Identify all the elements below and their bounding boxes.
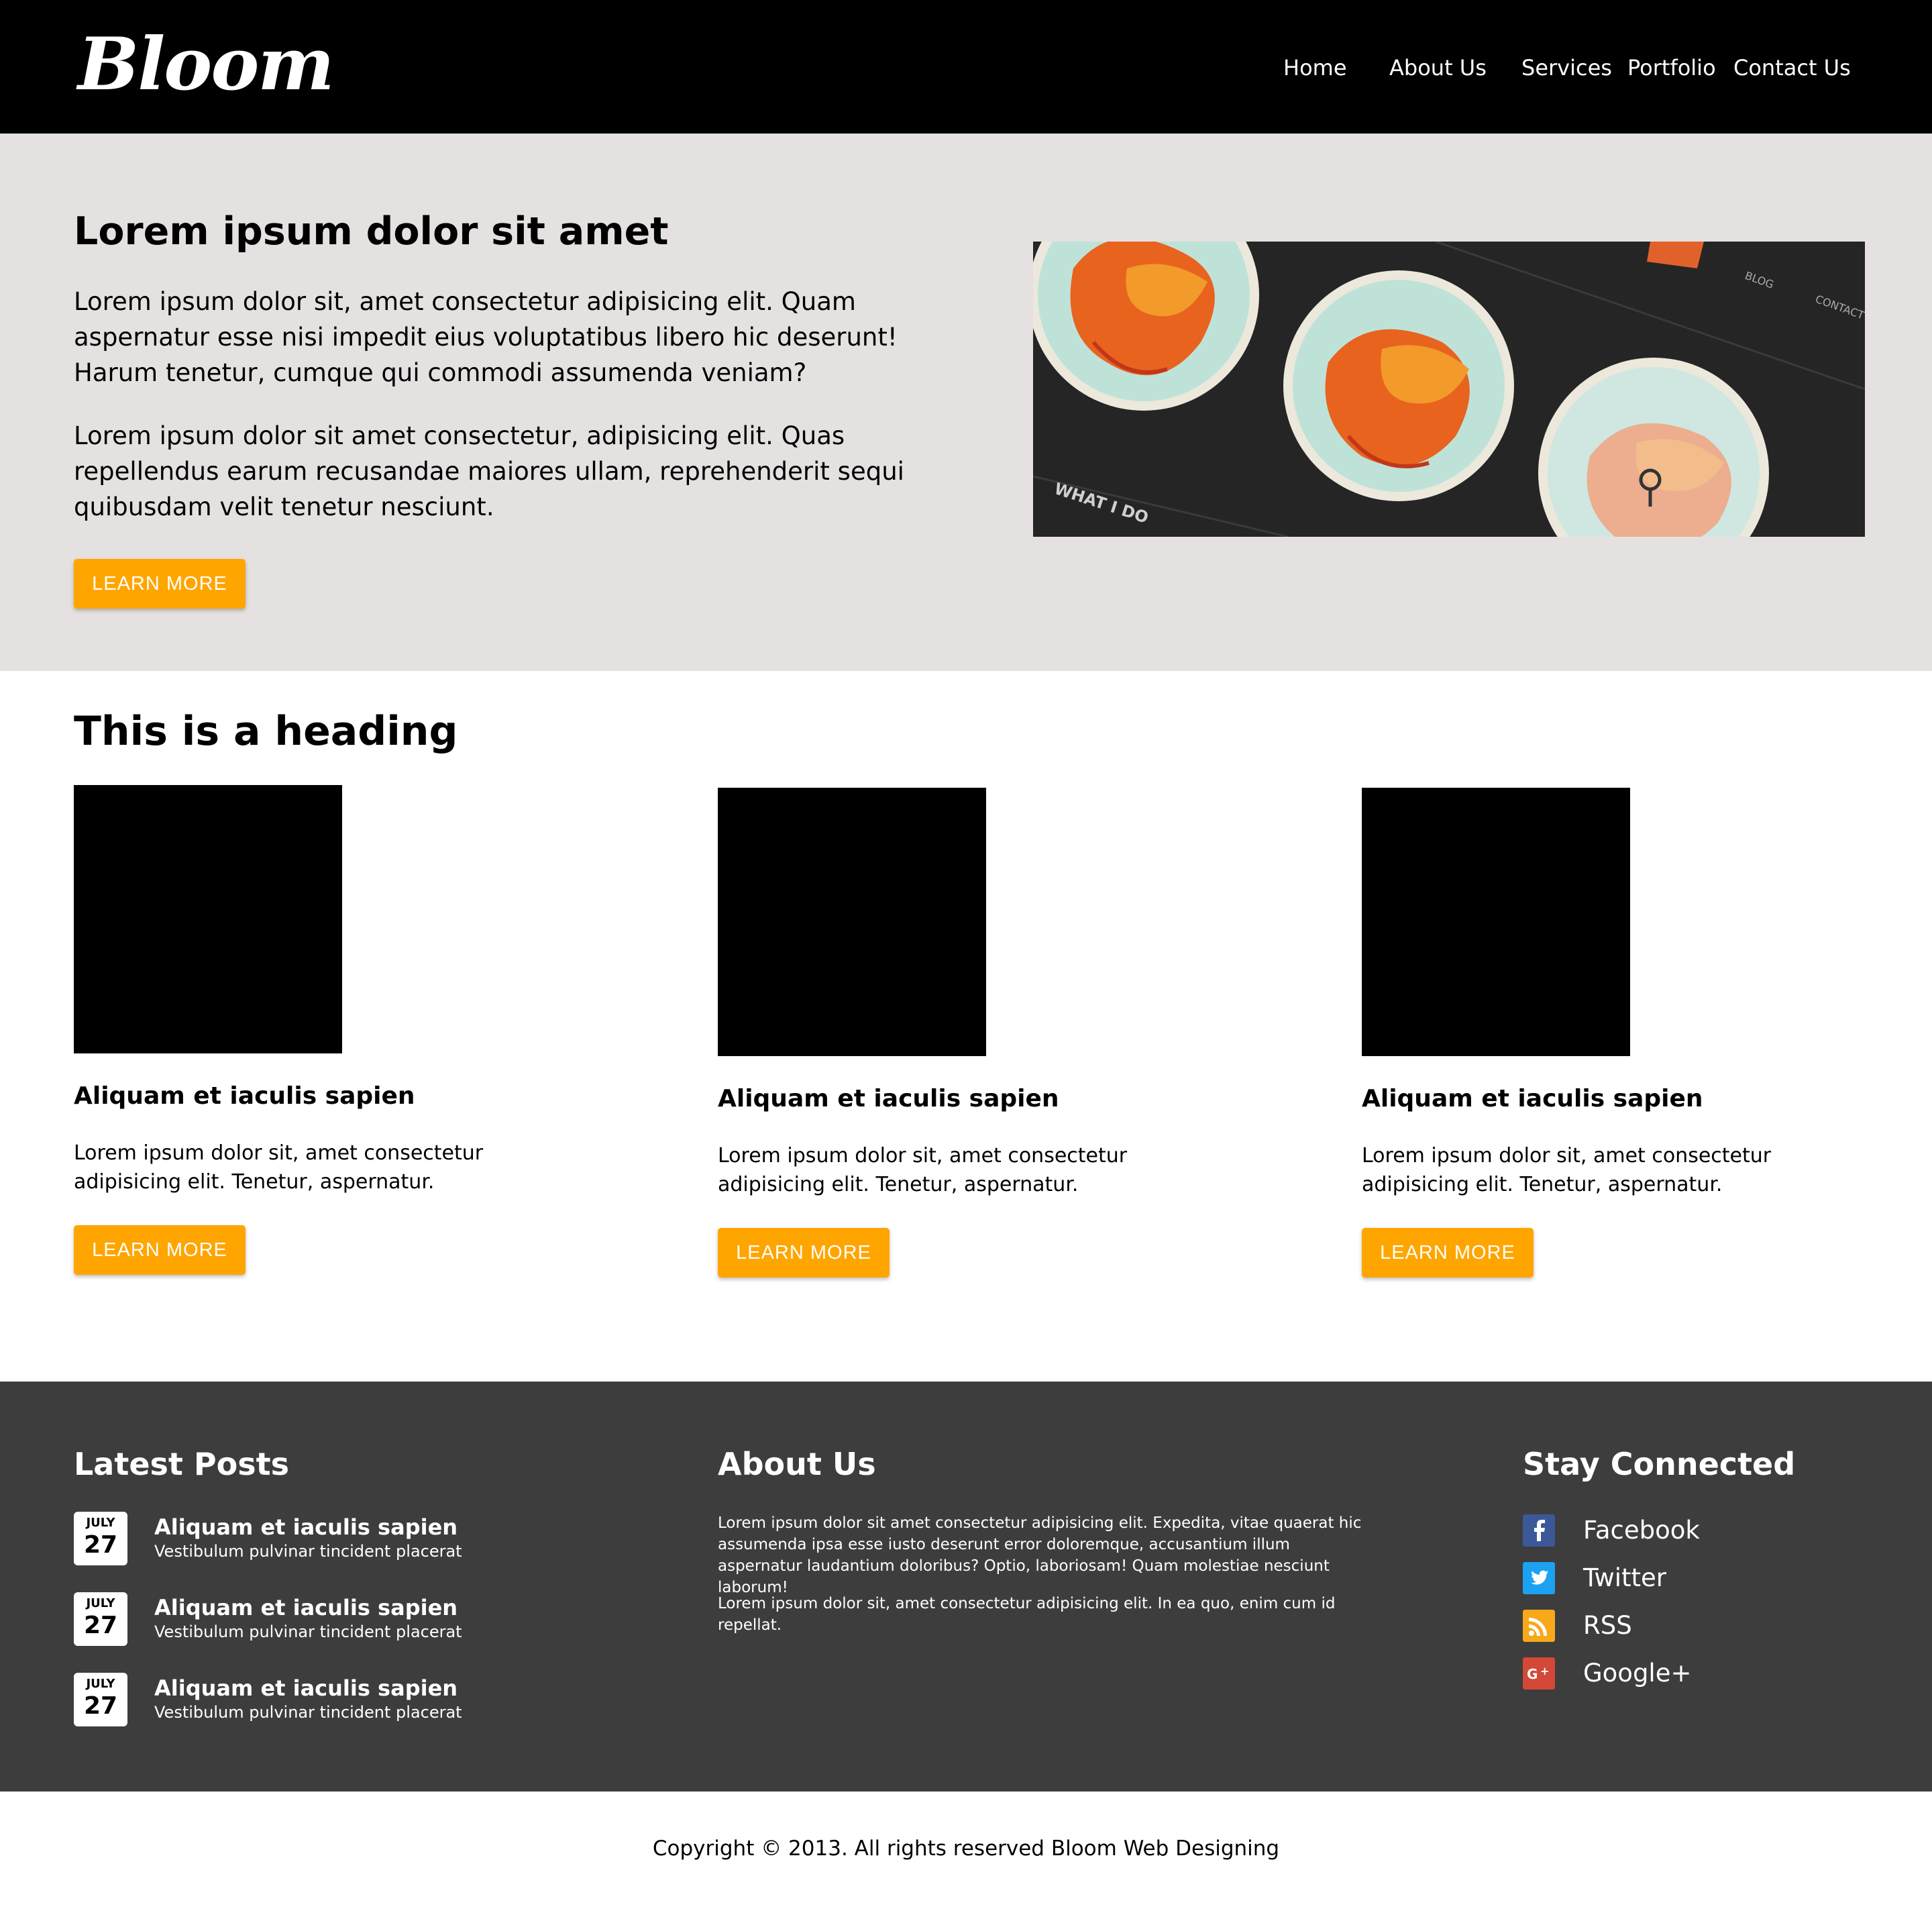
site-header: Bloom Home About Us Services Portfolio C… [0, 0, 1932, 134]
post-day: 27 [83, 1692, 118, 1720]
svg-text:+: + [1540, 1665, 1549, 1677]
about-paragraph: Lorem ipsum dolor sit amet consectetur a… [718, 1514, 1362, 1596]
card-image [74, 785, 342, 1053]
facebook-icon [1523, 1514, 1555, 1547]
post-date-badge: JULY 27 [74, 1512, 127, 1565]
site-footer: Latest Posts JULY 27 Aliquam et iaculis … [0, 1382, 1932, 1792]
about-heading: About Us [718, 1446, 876, 1482]
post-title[interactable]: Aliquam et iaculis sapien [154, 1674, 458, 1702]
hero-paragraph: Lorem ipsum dolor sit, amet consectetur … [74, 287, 898, 387]
card-text: Lorem ipsum dolor sit, amet consectetur … [74, 1141, 484, 1194]
card-title: Aliquam et iaculis sapien [718, 1085, 1059, 1112]
card-text: Lorem ipsum dolor sit, amet consectetur … [718, 1144, 1128, 1196]
google-plus-icon: G + [1523, 1657, 1555, 1690]
section-heading: This is a heading [74, 708, 458, 755]
post-subtitle: Vestibulum pulvinar tincident placerat [154, 1703, 462, 1722]
hero-learn-more-button[interactable]: LEARN MORE [74, 559, 246, 609]
stay-connected-heading: Stay Connected [1523, 1446, 1796, 1482]
card-learn-more-button[interactable]: LEARN MORE [1362, 1228, 1534, 1278]
post-month: JULY [86, 1596, 115, 1610]
post-item[interactable]: JULY 27 Aliquam et iaculis sapien Vestib… [74, 1512, 610, 1565]
social-label: RSS [1583, 1611, 1632, 1640]
card-title: Aliquam et iaculis sapien [1362, 1085, 1703, 1112]
nav-services[interactable]: Services [1521, 52, 1612, 83]
card-text: Lorem ipsum dolor sit, amet consectetur … [1362, 1144, 1772, 1196]
social-link-rss[interactable]: RSS [1523, 1608, 1791, 1643]
post-subtitle: Vestibulum pulvinar tincident placerat [154, 1622, 462, 1641]
post-day: 27 [83, 1531, 118, 1559]
post-month: JULY [86, 1516, 115, 1530]
card-image [718, 788, 986, 1056]
post-month: JULY [86, 1677, 115, 1691]
twitter-icon [1523, 1562, 1555, 1594]
latest-posts-heading: Latest Posts [74, 1446, 289, 1482]
social-label: Facebook [1583, 1516, 1700, 1545]
nav-contact-us[interactable]: Contact Us [1733, 52, 1851, 83]
social-link-twitter[interactable]: Twitter [1523, 1561, 1791, 1596]
about-paragraph: Lorem ipsum dolor sit, amet consectetur … [718, 1595, 1336, 1634]
hero-image: BLOG CONTACT WHAT I DO [1033, 242, 1865, 537]
social-label: Google+ [1583, 1659, 1692, 1688]
nav-portfolio[interactable]: Portfolio [1627, 52, 1716, 83]
logo[interactable]: Bloom [78, 24, 335, 105]
card-title: Aliquam et iaculis sapien [74, 1082, 415, 1110]
post-date-badge: JULY 27 [74, 1592, 127, 1646]
hero-section: Lorem ipsum dolor sit amet Lorem ipsum d… [0, 134, 1932, 671]
post-item[interactable]: JULY 27 Aliquam et iaculis sapien Vestib… [74, 1592, 610, 1646]
social-link-facebook[interactable]: Facebook [1523, 1513, 1791, 1548]
card-image [1362, 788, 1630, 1056]
post-day: 27 [83, 1612, 118, 1639]
post-title[interactable]: Aliquam et iaculis sapien [154, 1594, 458, 1622]
copyright-text: Copyright © 2013. All rights reserved Bl… [652, 1836, 1280, 1861]
post-subtitle: Vestibulum pulvinar tincident placerat [154, 1542, 462, 1561]
nav-home[interactable]: Home [1283, 52, 1347, 83]
card-learn-more-button[interactable]: LEARN MORE [74, 1225, 246, 1275]
dragon-circle-2 [1283, 270, 1514, 501]
rss-icon [1523, 1610, 1555, 1642]
post-item[interactable]: JULY 27 Aliquam et iaculis sapien Vestib… [74, 1673, 610, 1726]
post-title[interactable]: Aliquam et iaculis sapien [154, 1513, 458, 1541]
svg-text:G: G [1527, 1666, 1538, 1682]
card-learn-more-button[interactable]: LEARN MORE [718, 1228, 890, 1278]
nav-about-us[interactable]: About Us [1389, 52, 1487, 83]
social-link-google-plus[interactable]: G + Google+ [1523, 1656, 1791, 1691]
post-date-badge: JULY 27 [74, 1673, 127, 1726]
social-label: Twitter [1583, 1563, 1667, 1592]
hero-paragraph: Lorem ipsum dolor sit amet consectetur, … [74, 421, 904, 521]
hero-title: Lorem ipsum dolor sit amet [74, 209, 669, 254]
